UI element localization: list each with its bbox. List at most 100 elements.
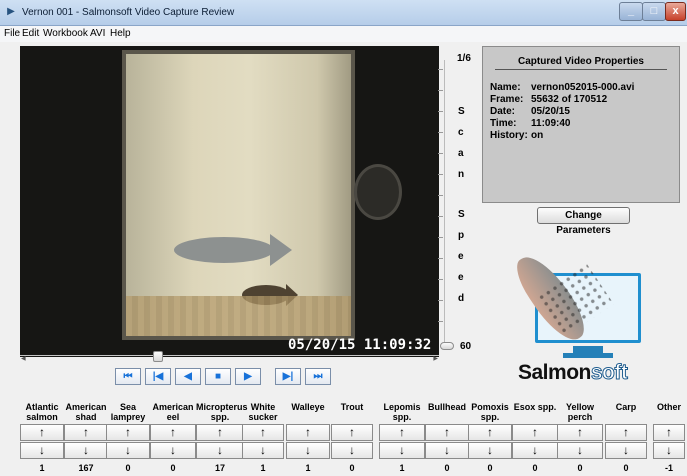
species-count: 0 [623, 463, 629, 473]
species-count: 1 [260, 463, 266, 473]
logo-wordmark-part1: Salmon [518, 361, 591, 384]
menu-workbook[interactable]: Workbook [43, 28, 88, 39]
window-title: Vernon 001 - Salmonsoft Video Capture Re… [22, 7, 235, 18]
decrement-button[interactable]: ↓ [286, 442, 330, 459]
arrow-up-icon: ↑ [125, 425, 131, 439]
arrow-up-icon: ↑ [83, 425, 89, 439]
scrollbar-thumb[interactable] [153, 351, 163, 362]
increment-button[interactable]: ↑ [425, 424, 469, 441]
scan-speed-slider[interactable] [444, 60, 445, 342]
close-button[interactable]: x [665, 2, 686, 21]
arrow-up-icon: ↑ [217, 425, 223, 439]
play-icon: ▶ [244, 371, 252, 382]
change-parameters-button[interactable]: Change Parameters [537, 207, 630, 236]
scroll-right-icon[interactable]: ▶ [433, 355, 438, 362]
increment-button[interactable]: ↑ [653, 424, 685, 441]
menu-avi[interactable]: AVI [90, 28, 105, 39]
increment-button[interactable]: ↑ [286, 424, 330, 441]
menu-file[interactable]: File [4, 28, 20, 39]
species-label: American eel [150, 402, 196, 422]
last-frame-button[interactable]: ⏭ [305, 368, 331, 385]
fish-tail [270, 234, 292, 266]
step-back-button[interactable]: |◀ [145, 368, 171, 385]
decrement-button[interactable]: ↓ [331, 442, 373, 459]
maximize-button[interactable]: □ [642, 2, 666, 21]
species-label-line1: White [250, 402, 276, 412]
increment-button[interactable]: ↑ [331, 424, 373, 441]
decrement-button[interactable]: ↓ [512, 442, 558, 459]
increment-button[interactable]: ↑ [106, 424, 150, 441]
arrow-down-icon: ↓ [399, 443, 405, 457]
decrement-button[interactable]: ↓ [64, 442, 108, 459]
scan-speed-letter: S [458, 106, 465, 117]
scan-speed-thumb[interactable] [440, 342, 454, 350]
increment-button[interactable]: ↑ [605, 424, 647, 441]
increment-button[interactable]: ↑ [242, 424, 284, 441]
increment-button[interactable]: ↑ [557, 424, 603, 441]
species-label-line1: Trout [340, 402, 364, 412]
slider-tick [438, 174, 443, 175]
species-label: Bullhead [425, 402, 469, 412]
minimize-icon: _ [627, 5, 635, 17]
species-label-line2: spp. [480, 412, 500, 422]
arrow-up-icon: ↑ [305, 425, 311, 439]
property-value: on [531, 130, 544, 141]
species-count: 0 [532, 463, 538, 473]
arrow-up-icon: ↑ [532, 425, 538, 439]
arrow-down-icon: ↓ [487, 443, 493, 457]
species-label-line2: spp. [210, 412, 230, 422]
arrow-up-icon: ↑ [39, 425, 45, 439]
decrement-button[interactable]: ↓ [468, 442, 512, 459]
skip-forward-icon: ⏭ [313, 371, 323, 382]
increment-button[interactable]: ↑ [196, 424, 244, 441]
scan-speed-letter: e [458, 251, 464, 262]
menu-edit[interactable]: Edit [22, 28, 39, 39]
fish-silhouette [174, 237, 274, 263]
scroll-left-icon[interactable]: ◀ [21, 355, 26, 362]
scan-speed-letter: p [458, 230, 465, 241]
species-label-line1: Bullhead [427, 402, 466, 412]
increment-button[interactable]: ↑ [64, 424, 108, 441]
species-count: 0 [444, 463, 450, 473]
increment-button[interactable]: ↑ [512, 424, 558, 441]
property-value: vernon052015-000.avi [531, 82, 635, 93]
decrement-button[interactable]: ↓ [425, 442, 469, 459]
decrement-button[interactable]: ↓ [106, 442, 150, 459]
title-bar: ▶ Vernon 001 - Salmonsoft Video Capture … [0, 0, 687, 26]
minimize-button[interactable]: _ [619, 2, 643, 21]
decrement-button[interactable]: ↓ [196, 442, 244, 459]
arrow-down-icon: ↓ [125, 443, 131, 457]
decrement-button[interactable]: ↓ [379, 442, 425, 459]
tank-floor [126, 296, 351, 336]
decrement-button[interactable]: ↓ [605, 442, 647, 459]
step-back-icon: |◀ [152, 371, 164, 382]
decrement-button[interactable]: ↓ [242, 442, 284, 459]
stop-button[interactable]: ■ [205, 368, 231, 385]
species-label-line2: perch [567, 412, 593, 422]
decrement-button[interactable]: ↓ [653, 442, 685, 459]
menu-help[interactable]: Help [110, 28, 131, 39]
increment-button[interactable]: ↑ [379, 424, 425, 441]
species-label: Yellow perch [557, 402, 603, 422]
decrement-button[interactable]: ↓ [557, 442, 603, 459]
decrement-button[interactable]: ↓ [20, 442, 64, 459]
increment-button[interactable]: ↑ [468, 424, 512, 441]
species-label-line1: Esox spp. [513, 402, 557, 412]
decrement-button[interactable]: ↓ [150, 442, 196, 459]
scan-speed-letter: e [458, 272, 464, 283]
first-frame-button[interactable]: ⏮ [115, 368, 141, 385]
arrow-up-icon: ↑ [666, 425, 672, 439]
play-button[interactable]: ▶ [235, 368, 261, 385]
species-label: Lepomis spp. [379, 402, 425, 422]
increment-button[interactable]: ↑ [20, 424, 64, 441]
species-count: 0 [577, 463, 583, 473]
step-forward-button[interactable]: ▶| [275, 368, 301, 385]
increment-button[interactable]: ↑ [150, 424, 196, 441]
video-position-scrollbar[interactable]: ◀ ▶ [20, 351, 439, 363]
arrow-up-icon: ↑ [444, 425, 450, 439]
slider-tick [438, 279, 443, 280]
video-frame[interactable]: 05/20/15 11:09:32 [20, 46, 439, 357]
species-label-line1: Lepomis [383, 402, 421, 412]
species-label: Carp [605, 402, 647, 412]
play-reverse-button[interactable]: ◀ [175, 368, 201, 385]
